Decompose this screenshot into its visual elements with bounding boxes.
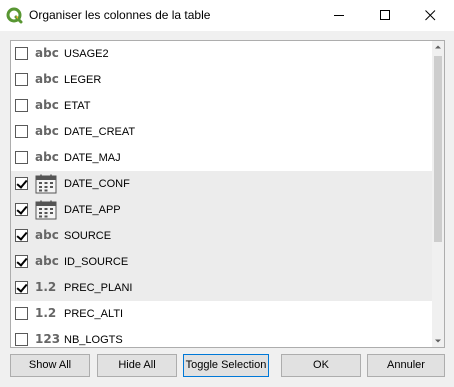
list-item[interactable]: abc DATE_CREAT [11,119,432,145]
list-item[interactable]: 1.2 PREC_PLANI [11,275,432,301]
minimize-icon [334,15,344,16]
visibility-checkbox[interactable] [15,151,28,164]
field-name: DATE_MAJ [64,152,121,164]
minimize-button[interactable] [317,0,363,31]
field-type-icon: abc [35,150,59,164]
visibility-checkbox[interactable] [15,307,28,320]
visibility-checkbox[interactable] [15,333,28,346]
maximize-icon [380,10,390,20]
field-name: ID_SOURCE [64,256,129,268]
title-bar: Organiser les colonnes de la table [0,0,454,31]
field-type-icon: abc [35,124,59,138]
close-button[interactable] [408,0,454,31]
columns-rows: abc USAGE2 abc LEGER abc ETAT abc DATE_CREAT abc… [11,41,432,347]
window-title: Organiser les colonnes de la table [29,8,211,22]
field-name: PREC_ALTI [64,308,124,320]
chevron-up-icon [435,45,441,49]
calendar-icon [35,200,63,220]
field-type-icon: 1.2 [35,280,57,294]
columns-list[interactable]: abc USAGE2 abc LEGER abc ETAT abc DATE_CREAT abc… [10,40,445,348]
visibility-checkbox[interactable] [15,99,28,112]
field-name: DATE_CREAT [64,126,136,138]
visibility-checkbox[interactable] [15,229,28,242]
scroll-down-arrow[interactable] [432,335,444,347]
list-item[interactable]: DATE_CONF [11,171,432,197]
visibility-checkbox[interactable] [15,177,28,190]
visibility-checkbox[interactable] [15,125,28,138]
list-item[interactable]: abc USAGE2 [11,41,432,67]
cancel-button[interactable]: Annuler [367,354,445,377]
field-name: ETAT [64,100,91,112]
field-name: LEGER [64,74,102,86]
field-name: SOURCE [64,230,112,242]
scroll-up-arrow[interactable] [432,41,444,53]
qgis-logo-icon [6,7,23,24]
show-all-button[interactable]: Show All [10,354,90,377]
field-type-icon: abc [35,254,59,268]
field-type-icon: 123 [35,332,61,346]
field-name: NB_LOGTS [64,334,123,346]
field-type-icon: abc [35,72,59,86]
visibility-checkbox[interactable] [15,281,28,294]
maximize-button[interactable] [363,0,409,31]
field-name: USAGE2 [64,48,109,60]
list-item[interactable]: abc SOURCE [11,223,432,249]
field-name: DATE_CONF [64,178,130,190]
field-name: PREC_PLANI [64,282,133,294]
field-name: DATE_APP [64,204,121,216]
list-item[interactable]: abc ID_SOURCE [11,249,432,275]
calendar-icon [35,174,63,194]
vertical-scrollbar[interactable] [432,41,444,347]
field-type-icon: 1.2 [35,306,57,320]
ok-button[interactable]: OK [281,354,361,377]
list-item[interactable]: DATE_APP [11,197,432,223]
close-icon [425,10,436,21]
visibility-checkbox[interactable] [15,255,28,268]
visibility-checkbox[interactable] [15,47,28,60]
visibility-checkbox[interactable] [15,203,28,216]
list-item[interactable]: abc DATE_MAJ [11,145,432,171]
toggle-selection-button[interactable]: Toggle Selection [183,354,269,377]
field-type-icon: abc [35,98,59,112]
list-item[interactable]: 1.2 PREC_ALTI [11,301,432,327]
list-item[interactable]: abc ETAT [11,93,432,119]
list-item[interactable]: 123 NB_LOGTS [11,327,432,347]
field-type-icon: abc [35,228,59,242]
scroll-thumb[interactable] [434,56,442,242]
list-item[interactable]: abc LEGER [11,67,432,93]
hide-all-button[interactable]: Hide All [97,354,177,377]
chevron-down-icon [435,339,441,343]
field-type-icon: abc [35,46,59,60]
visibility-checkbox[interactable] [15,73,28,86]
